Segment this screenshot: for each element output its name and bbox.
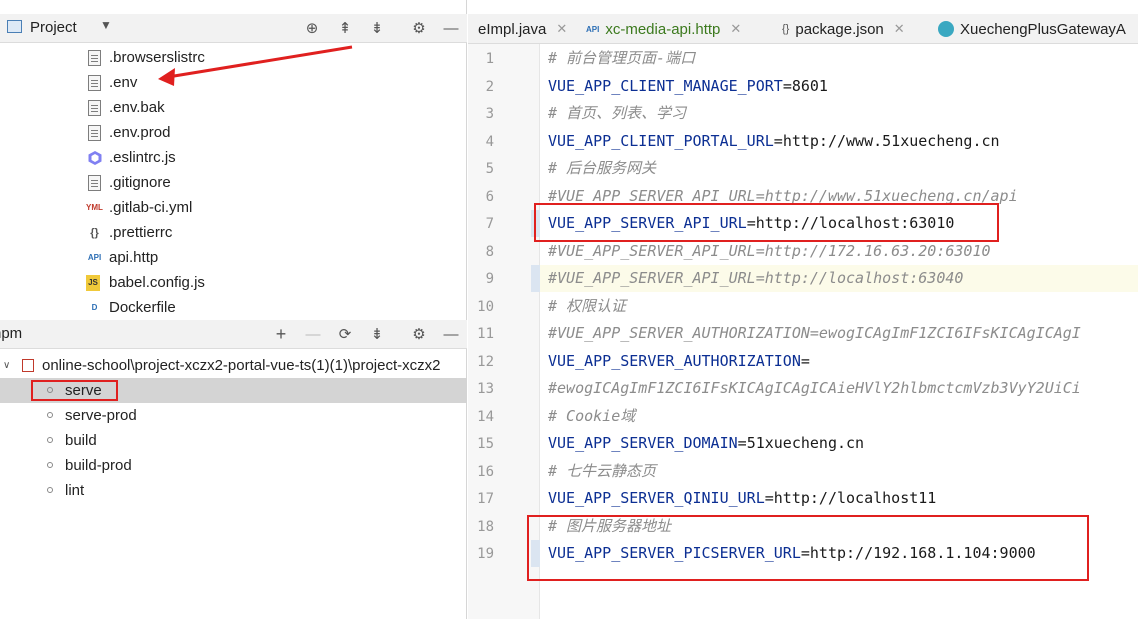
annotation-arrow bbox=[158, 45, 353, 86]
